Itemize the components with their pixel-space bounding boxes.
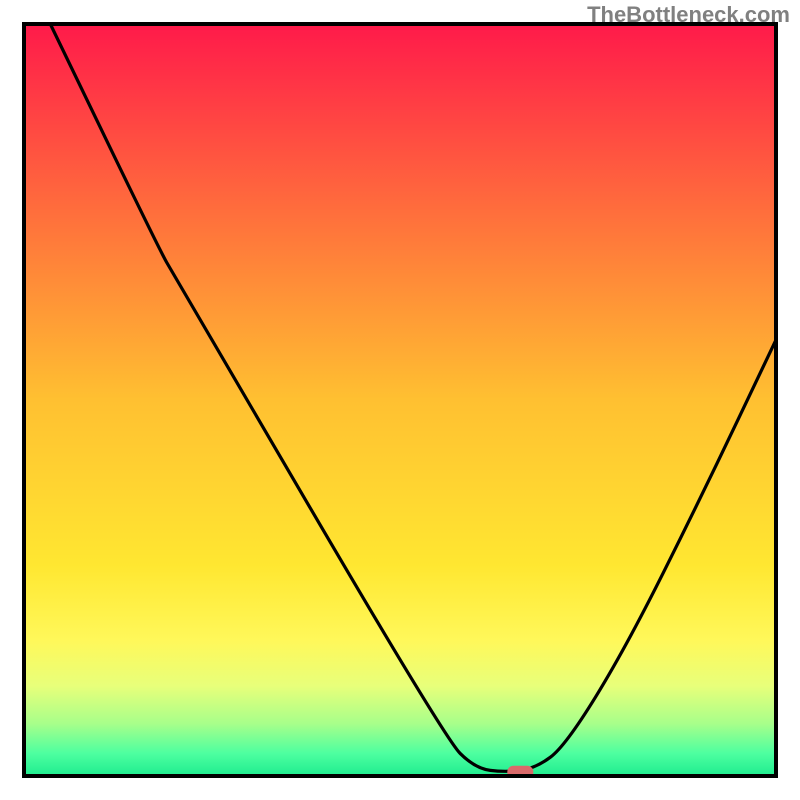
watermark-text: TheBottleneck.com xyxy=(587,2,790,28)
bottleneck-chart: TheBottleneck.com xyxy=(0,0,800,800)
gradient-background xyxy=(24,24,776,776)
chart-svg xyxy=(0,0,800,800)
